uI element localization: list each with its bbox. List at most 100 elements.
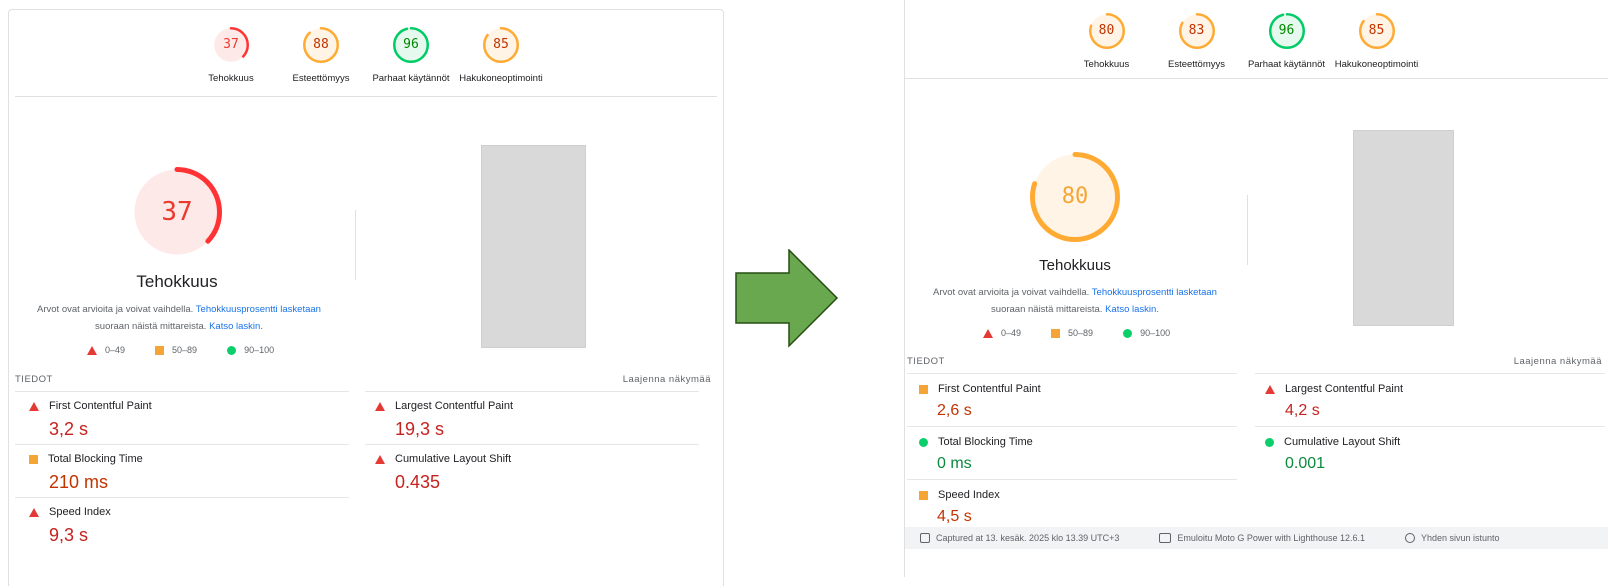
estimate-note: Arvot ovat arvioita ja voivat vaihdella.…: [29, 301, 329, 335]
lighthouse-report-after: 80 Tehokkuus 83 Esteettömyys 96 Parhaat …: [904, 0, 1608, 577]
score-legend: 0–49 50–89 90–100: [87, 345, 274, 355]
fail-triangle-icon: [983, 328, 993, 338]
gauge-ring: 96: [392, 26, 430, 64]
performance-score: 80 Tehokkuus: [1015, 151, 1135, 274]
legend-fail: 0–49: [105, 345, 126, 355]
metrics-title: TIEDOT: [15, 374, 53, 385]
metric-name: Total Blocking Time: [48, 453, 143, 465]
note-text: suoraan näistä mittareista.: [95, 321, 207, 332]
big-gauge: 80: [1029, 151, 1121, 243]
metrics-header: TIEDOT Laajenna näkymää: [907, 356, 1602, 367]
page-screenshot-thumbnail[interactable]: [1353, 130, 1454, 326]
metric-name: Largest Contentful Paint: [395, 400, 514, 412]
gauge-performance[interactable]: 80 Tehokkuus: [1062, 12, 1152, 70]
metric-lcp: Largest Contentful Paint 4,2 s: [1255, 373, 1605, 426]
note-text: Arvot ovat arvioita ja voivat vaihdella.: [933, 287, 1090, 298]
session-icon: [1404, 533, 1415, 543]
divider: [905, 78, 1608, 79]
metric-name: Speed Index: [49, 506, 111, 518]
comparison-arrow-icon: [735, 249, 839, 348]
gauge-ring: 85: [1358, 12, 1396, 50]
metric-value: 3,2 s: [49, 419, 89, 439]
metric-value: 4,2 s: [1285, 402, 1320, 419]
fail-triangle-icon: [375, 454, 385, 464]
pass-circle-icon: [1265, 437, 1274, 447]
metric-name: First Contentful Paint: [938, 383, 1041, 395]
metric-name: Cumulative Layout Shift: [1284, 436, 1401, 448]
vertical-separator: [1247, 195, 1248, 265]
gauge-ring: 88: [302, 26, 340, 64]
page-screenshot-thumbnail[interactable]: [481, 145, 586, 348]
metric-value: 4,5 s: [937, 508, 972, 525]
gauge-best-practices[interactable]: 96 Parhaat käytännöt: [1242, 12, 1332, 70]
gauge-ring: 80: [1088, 12, 1126, 50]
metric-value: 0 ms: [937, 455, 972, 472]
average-square-icon: [919, 490, 928, 500]
metric-value: 9,3 s: [49, 525, 89, 545]
calendar-icon: [920, 533, 930, 543]
gauge-label: Tehokkuus: [208, 73, 254, 84]
gauge-ring: 96: [1268, 12, 1306, 50]
calc-link[interactable]: Tehokkuusprosentti lasketaan: [1092, 287, 1217, 298]
legend-average: 50–89: [172, 345, 198, 355]
gauge-score: 85: [1368, 23, 1385, 38]
gauge-best-practices[interactable]: 96 Parhaat käytännöt: [366, 26, 456, 84]
gauge-score: 96: [1278, 23, 1295, 38]
note-text: Arvot ovat arvioita ja voivat vaihdella.: [37, 304, 194, 315]
metric-speed-index: Speed Index 9,3 s: [15, 497, 349, 550]
gauge-label: Hakukoneoptimointi: [1334, 59, 1419, 70]
average-square-icon: [919, 384, 928, 394]
gauge-accessibility[interactable]: 88 Esteettömyys: [276, 26, 366, 84]
metric-tbt: Total Blocking Time 210 ms: [15, 444, 349, 497]
lighthouse-report-before: 37 Tehokkuus 88 Esteettömyys 96 Parhaat …: [8, 9, 724, 586]
note-text: suoraan näistä mittareista.: [991, 304, 1103, 315]
big-score: 37: [161, 197, 193, 227]
category-gauges: 37 Tehokkuus 88 Esteettömyys 96 Parhaat …: [9, 26, 723, 84]
report-footer: Captured at 13. kesäk. 2025 klo 13.39 UT…: [905, 527, 1608, 549]
gauge-ring: 85: [482, 26, 520, 64]
calculator-link[interactable]: Katso laskin.: [209, 321, 263, 332]
expand-view-toggle[interactable]: Laajenna näkymää: [623, 374, 711, 385]
gauge-label: Tehokkuus: [1083, 59, 1130, 70]
gauge-score: 37: [223, 37, 239, 52]
big-title: Tehokkuus: [1039, 257, 1111, 274]
gauge-score: 83: [1188, 23, 1205, 38]
metric-value: 0.435: [395, 472, 441, 492]
metrics-title: TIEDOT: [907, 356, 945, 367]
fail-triangle-icon: [1265, 384, 1275, 394]
metric-cls: Cumulative Layout Shift 0.001: [1255, 426, 1605, 479]
gauge-seo[interactable]: 85 Hakukoneoptimointi: [456, 26, 546, 84]
metric-value: 0.001: [1285, 455, 1326, 472]
metric-value: 19,3 s: [395, 419, 445, 439]
metric-name: Largest Contentful Paint: [1285, 383, 1404, 395]
gauge-score: 88: [313, 37, 329, 52]
gauge-label: Hakukoneoptimointi: [459, 73, 543, 84]
pass-circle-icon: [1123, 328, 1133, 338]
gauge-seo[interactable]: 85 Hakukoneoptimointi: [1332, 12, 1422, 70]
metric-speed-index: Speed Index 4,5 s: [907, 479, 1237, 532]
fail-triangle-icon: [29, 401, 39, 411]
gauge-label: Esteettömyys: [292, 73, 350, 84]
metric-name: Total Blocking Time: [938, 436, 1033, 448]
expand-view-toggle[interactable]: Laajenna näkymää: [1514, 356, 1602, 367]
gauge-accessibility[interactable]: 83 Esteettömyys: [1152, 12, 1242, 70]
big-score: 80: [1061, 184, 1089, 209]
gauge-label: Parhaat käytännöt: [372, 73, 450, 84]
calc-link[interactable]: Tehokkuusprosentti lasketaan: [196, 304, 321, 315]
metric-name: Speed Index: [938, 489, 1000, 501]
estimate-note: Arvot ovat arvioita ja voivat vaihdella.…: [925, 284, 1225, 318]
gauge-score: 80: [1098, 23, 1115, 38]
legend-pass: 90–100: [1140, 328, 1171, 338]
gauge-label: Parhaat käytännöt: [1247, 59, 1326, 70]
metric-value: 210 ms: [49, 472, 109, 492]
gauge-performance[interactable]: 37 Tehokkuus: [186, 26, 276, 84]
metric-fcp: First Contentful Paint 3,2 s: [15, 391, 349, 444]
legend-average: 50–89: [1068, 328, 1094, 338]
legend-fail: 0–49: [1001, 328, 1022, 338]
metric-name: Cumulative Layout Shift: [395, 453, 512, 465]
fail-triangle-icon: [375, 401, 385, 411]
average-square-icon: [155, 345, 165, 355]
pass-circle-icon: [227, 345, 237, 355]
calculator-link[interactable]: Katso laskin.: [1105, 304, 1159, 315]
metric-tbt: Total Blocking Time 0 ms: [907, 426, 1237, 479]
